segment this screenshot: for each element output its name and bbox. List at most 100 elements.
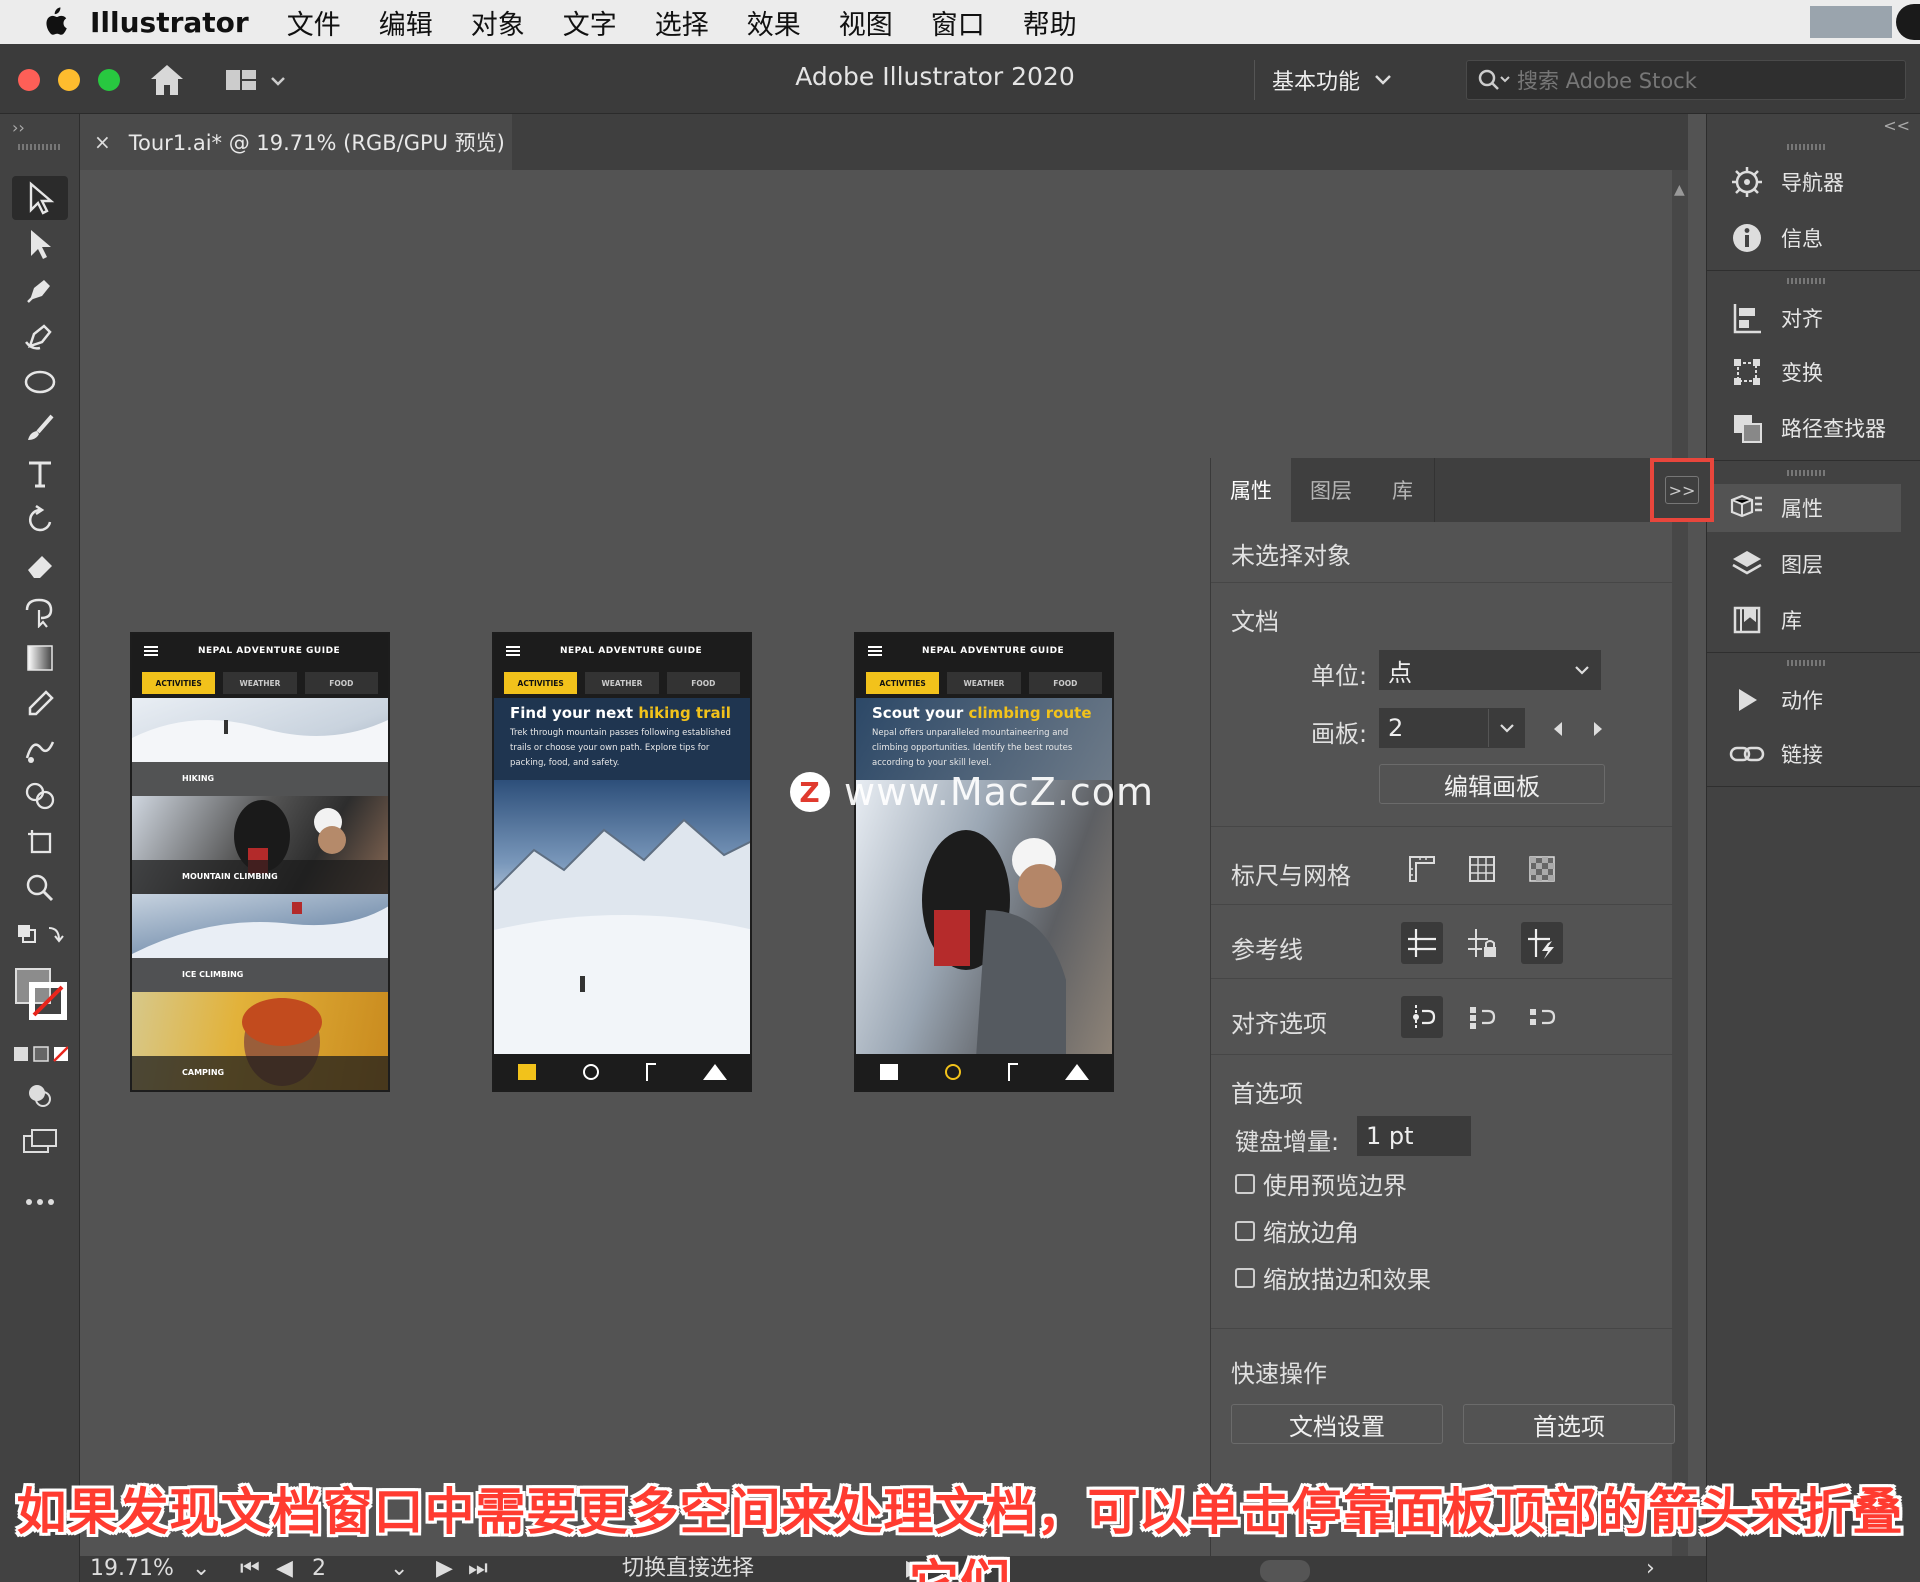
artboard-2[interactable]: NEPAL ADVENTURE GUIDE ACTIVITIES WEATHER… bbox=[492, 632, 752, 1092]
scale-strokes-effects-checkbox[interactable]: 缩放描边和效果 bbox=[1235, 1260, 1431, 1295]
workspace-switcher[interactable]: 基本功能 bbox=[1254, 60, 1392, 100]
menu-app-name[interactable]: Illustrator bbox=[90, 6, 249, 39]
swap-fill-stroke-icon[interactable] bbox=[12, 914, 68, 958]
preferences-button[interactable]: 首选项 bbox=[1463, 1404, 1675, 1444]
menu-help[interactable]: 帮助 bbox=[1023, 3, 1077, 42]
apple-icon[interactable] bbox=[40, 6, 68, 38]
artboard-dropdown[interactable] bbox=[1488, 709, 1524, 747]
dock-item-libraries[interactable]: 库 bbox=[1707, 596, 1907, 644]
artboard-1[interactable]: NEPAL ADVENTURE GUIDE ACTIVITIES WEATHER… bbox=[130, 632, 390, 1092]
close-tab-icon[interactable]: × bbox=[94, 130, 111, 154]
type-tool-icon[interactable] bbox=[12, 452, 68, 496]
grid-icon[interactable] bbox=[1461, 848, 1503, 890]
transparency-grid-icon[interactable] bbox=[1521, 848, 1563, 890]
units-select[interactable]: 点 bbox=[1379, 650, 1601, 690]
color-mode-icon[interactable] bbox=[12, 1032, 68, 1076]
menu-edit[interactable]: 编辑 bbox=[379, 3, 433, 42]
snap-to-pixel-icon[interactable] bbox=[1461, 996, 1503, 1038]
menubar-status-icon[interactable] bbox=[1896, 4, 1920, 40]
ice-axe-icon bbox=[645, 1063, 656, 1081]
next-artboard-icon[interactable] bbox=[1591, 720, 1605, 738]
ruler-icon[interactable] bbox=[1401, 848, 1443, 890]
ellipse-tool-icon[interactable] bbox=[12, 360, 68, 404]
dock-grip[interactable] bbox=[1787, 278, 1827, 284]
menu-window[interactable]: 窗口 bbox=[931, 3, 985, 42]
dock-item-links[interactable]: 链接 bbox=[1707, 730, 1907, 778]
tab-libraries[interactable]: 库 bbox=[1371, 458, 1435, 522]
shape-builder-tool-icon[interactable] bbox=[12, 774, 68, 818]
home-icon[interactable] bbox=[148, 62, 186, 98]
pen-tool-icon[interactable] bbox=[12, 268, 68, 312]
scroll-up-icon[interactable]: ▲ bbox=[1674, 182, 1685, 198]
dock-item-navigator[interactable]: 导航器 bbox=[1707, 158, 1907, 206]
dock-grip[interactable] bbox=[1787, 470, 1827, 476]
toolbar-grip[interactable] bbox=[18, 144, 60, 150]
scale-corners-checkbox[interactable]: 缩放边角 bbox=[1235, 1213, 1359, 1248]
rotate-tool-icon[interactable] bbox=[12, 498, 68, 542]
lock-guides-icon[interactable] bbox=[1461, 922, 1503, 964]
artboard-3[interactable]: NEPAL ADVENTURE GUIDE ACTIVITIES WEATHER… bbox=[854, 632, 1114, 1092]
menu-effect[interactable]: 效果 bbox=[747, 3, 801, 42]
checkbox-box[interactable] bbox=[1235, 1267, 1255, 1288]
use-preview-bounds-checkbox[interactable]: 使用预览边界 bbox=[1235, 1166, 1407, 1201]
smart-guides-icon[interactable] bbox=[1521, 922, 1563, 964]
zoom-window-button[interactable] bbox=[98, 69, 120, 91]
menu-view[interactable]: 视图 bbox=[839, 3, 893, 42]
fill-stroke-swatch[interactable] bbox=[12, 962, 68, 1026]
keyboard-increment-field[interactable]: 1 pt bbox=[1357, 1116, 1471, 1156]
menu-type[interactable]: 文字 bbox=[563, 3, 617, 42]
edit-artboards-button[interactable]: 编辑画板 bbox=[1379, 764, 1605, 804]
artboard-tab: ACTIVITIES bbox=[142, 672, 216, 694]
drawing-mode-icon[interactable] bbox=[12, 1074, 68, 1118]
stock-search-input[interactable]: 搜索 Adobe Stock bbox=[1466, 60, 1906, 100]
menu-file[interactable]: 文件 bbox=[287, 3, 341, 42]
previous-artboard-icon[interactable] bbox=[1551, 720, 1565, 738]
edit-toolbar-icon[interactable] bbox=[12, 1180, 68, 1224]
dock-grip[interactable] bbox=[1787, 660, 1827, 666]
snap-to-glyph-icon[interactable] bbox=[1521, 996, 1563, 1038]
selection-tool-icon[interactable] bbox=[12, 176, 68, 220]
dock-item-align[interactable]: 对齐 bbox=[1707, 294, 1907, 342]
expand-toolbar-icon[interactable]: ›› bbox=[12, 118, 25, 137]
vertical-scrollbar[interactable]: ▲ bbox=[1672, 170, 1688, 1556]
gradient-tool-icon[interactable] bbox=[12, 636, 68, 680]
dock-item-transform[interactable]: 变换 bbox=[1707, 348, 1907, 396]
eyedropper-tool-icon[interactable] bbox=[12, 682, 68, 726]
checkbox-box[interactable] bbox=[1235, 1220, 1255, 1241]
screen-mode-icon[interactable] bbox=[12, 1120, 68, 1164]
minimize-window-button[interactable] bbox=[58, 69, 80, 91]
checkbox-box[interactable] bbox=[1235, 1173, 1255, 1194]
dock-item-properties[interactable]: 属性 bbox=[1707, 484, 1901, 532]
collapse-panels-button[interactable]: >> bbox=[1650, 458, 1714, 522]
menu-object[interactable]: 对象 bbox=[471, 3, 525, 42]
direct-selection-tool-icon[interactable] bbox=[12, 222, 68, 266]
artboard-tab: FOOD bbox=[304, 672, 378, 694]
eraser-tool-icon[interactable] bbox=[12, 544, 68, 588]
play-icon bbox=[1727, 680, 1767, 720]
artboard-tabs: ACTIVITIES WEATHER FOOD bbox=[494, 668, 750, 698]
curvature-tool-icon[interactable] bbox=[12, 314, 68, 358]
snap-to-point-icon[interactable] bbox=[1401, 996, 1443, 1038]
dock-grip[interactable] bbox=[1787, 144, 1827, 150]
zoom-tool-icon[interactable] bbox=[12, 866, 68, 910]
menubar-status-item[interactable] bbox=[1810, 6, 1892, 38]
paintbrush-tool-icon[interactable] bbox=[12, 406, 68, 450]
dock-item-actions[interactable]: 动作 bbox=[1707, 676, 1907, 724]
arrange-documents-icon[interactable] bbox=[224, 66, 290, 96]
watermark: Z www.MacZ.com bbox=[790, 770, 1154, 814]
dock-item-layers[interactable]: 图层 bbox=[1707, 540, 1907, 588]
artboard-number-field[interactable]: 2 bbox=[1379, 708, 1525, 748]
tab-properties[interactable]: 属性 bbox=[1211, 458, 1291, 522]
document-tab[interactable]: × Tour1.ai* @ 19.71% (RGB/GPU 预览) bbox=[80, 114, 512, 170]
tab-layers[interactable]: 图层 bbox=[1291, 458, 1371, 522]
document-setup-button[interactable]: 文档设置 bbox=[1231, 1404, 1443, 1444]
dock-item-pathfinder[interactable]: 路径查找器 bbox=[1707, 404, 1907, 452]
blend-tool-icon[interactable] bbox=[12, 728, 68, 772]
close-window-button[interactable] bbox=[18, 69, 40, 91]
puppet-warp-tool-icon[interactable] bbox=[12, 590, 68, 634]
show-guides-icon[interactable] bbox=[1401, 922, 1443, 964]
dock-item-info[interactable]: 信息 bbox=[1707, 214, 1907, 262]
expand-dock-icon[interactable]: << bbox=[1883, 116, 1910, 135]
artboard-tool-icon[interactable] bbox=[12, 820, 68, 864]
menu-select[interactable]: 选择 bbox=[655, 3, 709, 42]
